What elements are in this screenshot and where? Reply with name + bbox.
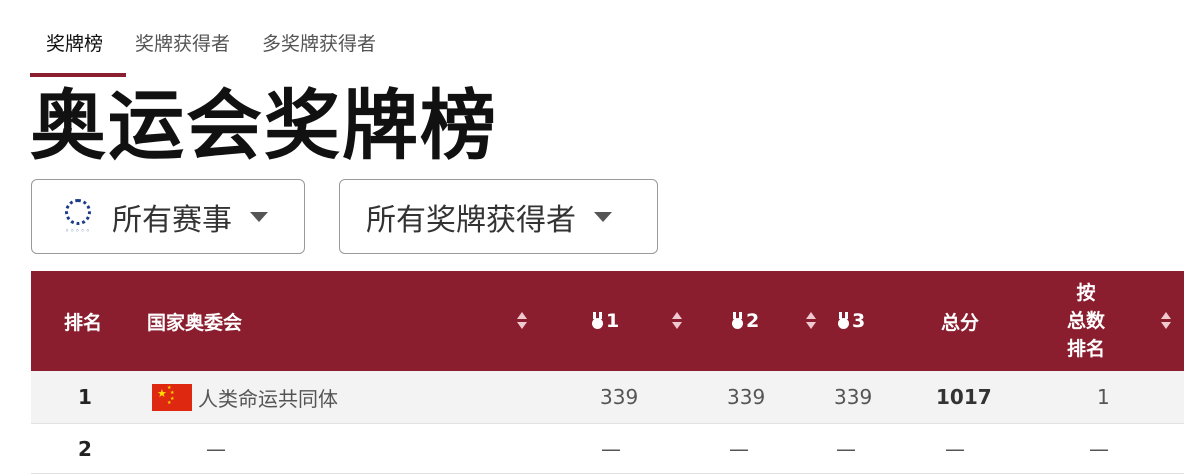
bronze-medal-icon	[837, 312, 850, 330]
total-count: 1017	[936, 385, 992, 409]
rank-by-total: 1	[1097, 385, 1110, 409]
chevron-down-icon	[594, 211, 612, 222]
active-tab-indicator	[30, 73, 126, 77]
medalists-filter-label: 所有奖牌获得者	[366, 202, 576, 238]
country-name: —	[206, 436, 226, 461]
page-title: 奥运会奖牌榜	[30, 81, 498, 170]
chevron-down-icon	[250, 211, 268, 222]
silver-count: —	[729, 436, 749, 461]
tab-medalists[interactable]: 奖牌获得者	[119, 28, 246, 60]
table-row[interactable]: 1 ★ ★ ★ ★ ★ 人类命运共同体 339 339 339 1017 1	[31, 371, 1184, 424]
tab-multi-medalists[interactable]: 多奖牌获得者	[246, 28, 392, 60]
sort-icon[interactable]	[672, 312, 682, 330]
row-rank: 1	[78, 385, 92, 409]
header-rank-by-total[interactable]: 按 总数 排名	[1067, 271, 1105, 371]
header-gold[interactable]: 1	[591, 271, 619, 371]
total-count: —	[945, 436, 965, 461]
table-row[interactable]: 2 — — — — — —	[31, 424, 1184, 474]
country-cell[interactable]: ★ ★ ★ ★ ★ 人类命运共同体	[152, 371, 338, 423]
header-rank: 排名	[64, 311, 103, 334]
sort-icon[interactable]	[806, 312, 816, 330]
gold-medal-icon	[591, 312, 604, 330]
china-flag-icon: ★ ★ ★ ★ ★	[152, 383, 192, 411]
tab-medal-table[interactable]: 奖牌榜	[30, 28, 119, 60]
events-filter-dropdown[interactable]: ◦◦◦◦◦ 所有赛事	[31, 179, 305, 254]
medal-tabs: 奖牌榜 奖牌获得者 多奖牌获得者	[30, 28, 392, 72]
sort-icon[interactable]	[1161, 312, 1171, 330]
table-header: 排名 国家奥委会 1 2 3 总分 按 总数 排名	[31, 271, 1184, 371]
events-filter-label: 所有赛事	[112, 202, 232, 238]
header-bronze[interactable]: 3	[837, 271, 865, 371]
row-rank: 2	[78, 436, 92, 461]
sort-icon[interactable]	[517, 312, 527, 330]
gold-count: —	[601, 436, 621, 461]
header-noc[interactable]: 国家奥委会	[147, 271, 242, 371]
header-silver[interactable]: 2	[731, 271, 759, 371]
medal-table: 排名 国家奥委会 1 2 3 总分 按 总数 排名 1 ★ ★ ★ ★ ★ 人类…	[31, 271, 1184, 474]
country-name: 人类命运共同体	[198, 386, 338, 411]
gold-count: 339	[600, 385, 639, 409]
header-total[interactable]: 总分	[941, 271, 979, 371]
bronze-count: —	[836, 436, 856, 461]
silver-medal-icon	[731, 312, 744, 330]
bronze-count: 339	[834, 385, 873, 409]
silver-count: 339	[727, 385, 766, 409]
games-emblem-icon: ◦◦◦◦◦	[58, 197, 98, 237]
medalists-filter-dropdown[interactable]: 所有奖牌获得者	[339, 179, 658, 254]
rank-by-total: —	[1089, 436, 1109, 461]
